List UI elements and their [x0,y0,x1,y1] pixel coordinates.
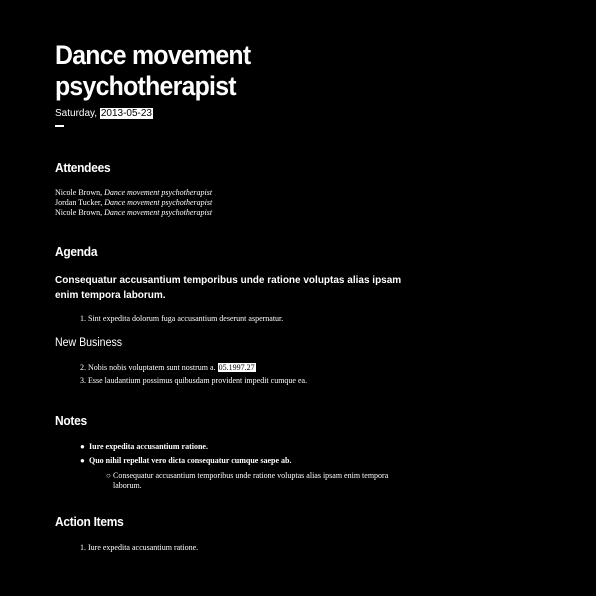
action-items-heading: Action Items [55,514,124,529]
bullet-icon: ● [80,442,85,451]
attendees-heading: Attendees [55,160,111,175]
agenda-heading: Agenda [55,244,98,259]
item-text: Consequatur accusantium temporibus unde … [113,471,389,490]
date-line: Saturday, 2013-05-23 [55,108,153,120]
notes-list: ● Iure expedita accusantium ratione. ● Q… [55,442,396,491]
attendee-item: Jordan Tucker, Dance movement psychother… [55,198,212,208]
item-text: Iure expedita accusantium ratione. [89,442,208,451]
sub-list-item: ○ Consequatur accusantium temporibus unde… [55,471,396,491]
list-item: ● Quo nihil repellat vero dicta consequa… [55,456,396,466]
circle-bullet-icon: ○ [106,471,111,480]
new-business-heading: New Business [55,337,123,349]
attendee-name: Nicole Brown, [55,188,103,197]
title-divider [55,125,64,127]
date-prefix: Saturday, [55,108,98,119]
page-title: Dance movement psychotherapist [55,40,251,101]
attendee-role: Dance movement psychotherapist [104,198,213,207]
item-number: 1. [80,543,86,552]
item-text: Sint expedita dolorum fuga accusantium d… [88,314,284,323]
list-item: 1. Iure expedita accusantium ratione. [55,543,198,553]
attendee-role: Dance movement psychotherapist [104,188,213,197]
item-number: 3. [80,376,86,385]
action-items-list: 1. Iure expedita accusantium ratione. [55,543,198,553]
attendee-item: Nicole Brown, Dance movement psychothera… [55,208,212,218]
list-item: 1. Sint expedita dolorum fuga accusantiu… [55,314,283,324]
item-number: 1. [80,314,86,323]
attendee-name: Jordan Tucker, [55,198,103,207]
bullet-icon: ● [80,456,85,465]
item-text: Esse laudantium possimus quibusdam provi… [88,376,308,385]
attendee-name: Nicole Brown, [55,208,103,217]
attendee-item: Nicole Brown, Dance movement psychothera… [55,188,212,198]
attendee-role: Dance movement psychotherapist [104,208,213,217]
new-business-list: 2. Nobis nobis voluptatem sunt nostrum a… [55,363,307,386]
meeting-date: 2013-05-23 [99,108,153,119]
list-item: 3. Esse laudantium possimus quibusdam pr… [55,376,307,386]
attendees-list: Nicole Brown, Dance movement psychothera… [55,188,212,218]
item-text: Nobis nobis voluptatem sunt nostrum a. [88,363,216,372]
list-item: ● Iure expedita accusantium ratione. [55,442,396,452]
item-number: 2. [80,363,86,372]
highlighted-value: 05.1997.27 [217,363,256,372]
list-item: 2. Nobis nobis voluptatem sunt nostrum a… [55,363,307,373]
agenda-list: 1. Sint expedita dolorum fuga accusantiu… [55,314,283,324]
item-text: Quo nihil repellat vero dicta consequatu… [89,456,292,465]
item-text: Iure expedita accusantium ratione. [88,543,199,552]
agenda-intro: Consequatur accusantium temporibus unde … [55,275,402,301]
notes-heading: Notes [55,413,87,428]
